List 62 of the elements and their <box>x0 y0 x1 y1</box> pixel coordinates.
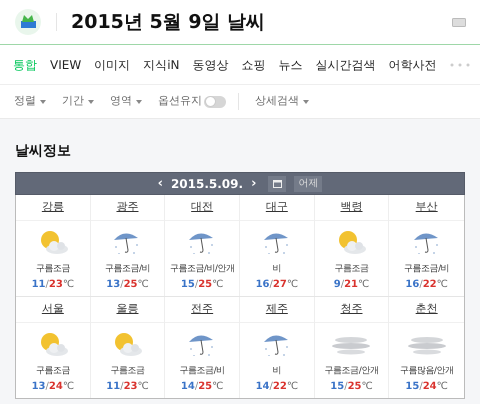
calendar-icon <box>272 180 282 188</box>
city-link[interactable]: 제주 <box>266 301 288 318</box>
temperature-text: 15/25℃ <box>330 380 373 394</box>
temperature-text: 15/25℃ <box>180 278 224 292</box>
city-link[interactable]: 강릉 <box>42 199 64 216</box>
condition-text: 구름조금/비 <box>104 263 150 276</box>
temperature-text: 16/27℃ <box>256 278 298 292</box>
logo-icon[interactable] <box>14 8 42 36</box>
caret-icon <box>136 100 142 104</box>
city-link[interactable]: 대구 <box>266 199 288 216</box>
temperature-text: 11/23℃ <box>106 380 149 394</box>
tab[interactable]: 뉴스 <box>278 56 303 74</box>
condition-text: 비 <box>272 263 282 276</box>
temperature-text: 9/21℃ <box>334 278 370 292</box>
toggle-switch[interactable] <box>204 96 226 108</box>
previous-button[interactable]: ‹ <box>158 174 163 194</box>
calendar-button[interactable] <box>268 176 286 192</box>
condition-text: 구름조금 <box>110 365 144 378</box>
temperature-text: 14/22℃ <box>256 380 298 394</box>
temperature-text: 16/22℃ <box>405 278 448 292</box>
temperature-text: 13/25℃ <box>106 278 149 292</box>
city-link[interactable]: 울릉 <box>116 301 138 318</box>
condition-text: 구름조금 <box>334 263 368 276</box>
more-icon[interactable] <box>450 62 470 66</box>
condition-text: 구름많음/안개 <box>400 365 454 378</box>
condition-text: 비 <box>272 365 282 378</box>
city-link[interactable]: 대전 <box>191 199 214 216</box>
city-link[interactable]: 백령 <box>340 199 362 216</box>
filter-dropdown[interactable]: 기간 <box>62 93 94 110</box>
city-link[interactable]: 광주 <box>116 199 138 216</box>
city-link[interactable]: 서울 <box>42 301 64 318</box>
condition-text: 구름조금 <box>36 365 70 378</box>
tab[interactable]: VIEW <box>50 56 82 74</box>
filter-dropdown[interactable]: 상세검색 <box>255 93 309 110</box>
city-link[interactable]: 춘천 <box>416 301 438 318</box>
caret-icon <box>40 100 46 104</box>
temperature-text: 13/24℃ <box>32 380 74 394</box>
tab[interactable]: 이미지 <box>94 56 130 74</box>
tab[interactable]: 지식iN <box>143 56 180 74</box>
city-link[interactable]: 청주 <box>340 301 362 318</box>
caret-icon <box>303 100 309 104</box>
condition-text: 구름조금/비 <box>404 263 450 276</box>
temperature-text: 14/25℃ <box>180 380 224 394</box>
condition-text: 구름조금/비 <box>180 365 225 378</box>
caret-icon <box>88 100 94 104</box>
condition-text: 구름조금/안개 <box>324 365 378 378</box>
condition-text: 구름조금 <box>36 263 70 276</box>
city-link[interactable]: 전주 <box>191 301 214 318</box>
city-link[interactable]: 부산 <box>416 199 438 216</box>
tab[interactable]: 어학사전 <box>388 56 437 74</box>
temperature-text: 11/23℃ <box>32 278 74 292</box>
filter-dropdown[interactable]: 정렬 <box>14 93 46 110</box>
section-title: 날씨정보 <box>15 142 71 161</box>
filter-dropdown[interactable]: 영역 <box>110 93 142 110</box>
tab[interactable]: 쇼핑 <box>242 56 266 74</box>
date-label: 2015.5.09. <box>170 176 244 192</box>
next-button[interactable]: › <box>251 174 256 194</box>
condition-text: 구름조금/비/안개 <box>170 263 234 276</box>
tab[interactable]: 동영상 <box>192 56 229 74</box>
temperature-text: 15/24℃ <box>405 380 448 394</box>
tab[interactable]: 실시간검색 <box>316 56 376 74</box>
toggle-label: 옵션유지 <box>158 93 202 110</box>
